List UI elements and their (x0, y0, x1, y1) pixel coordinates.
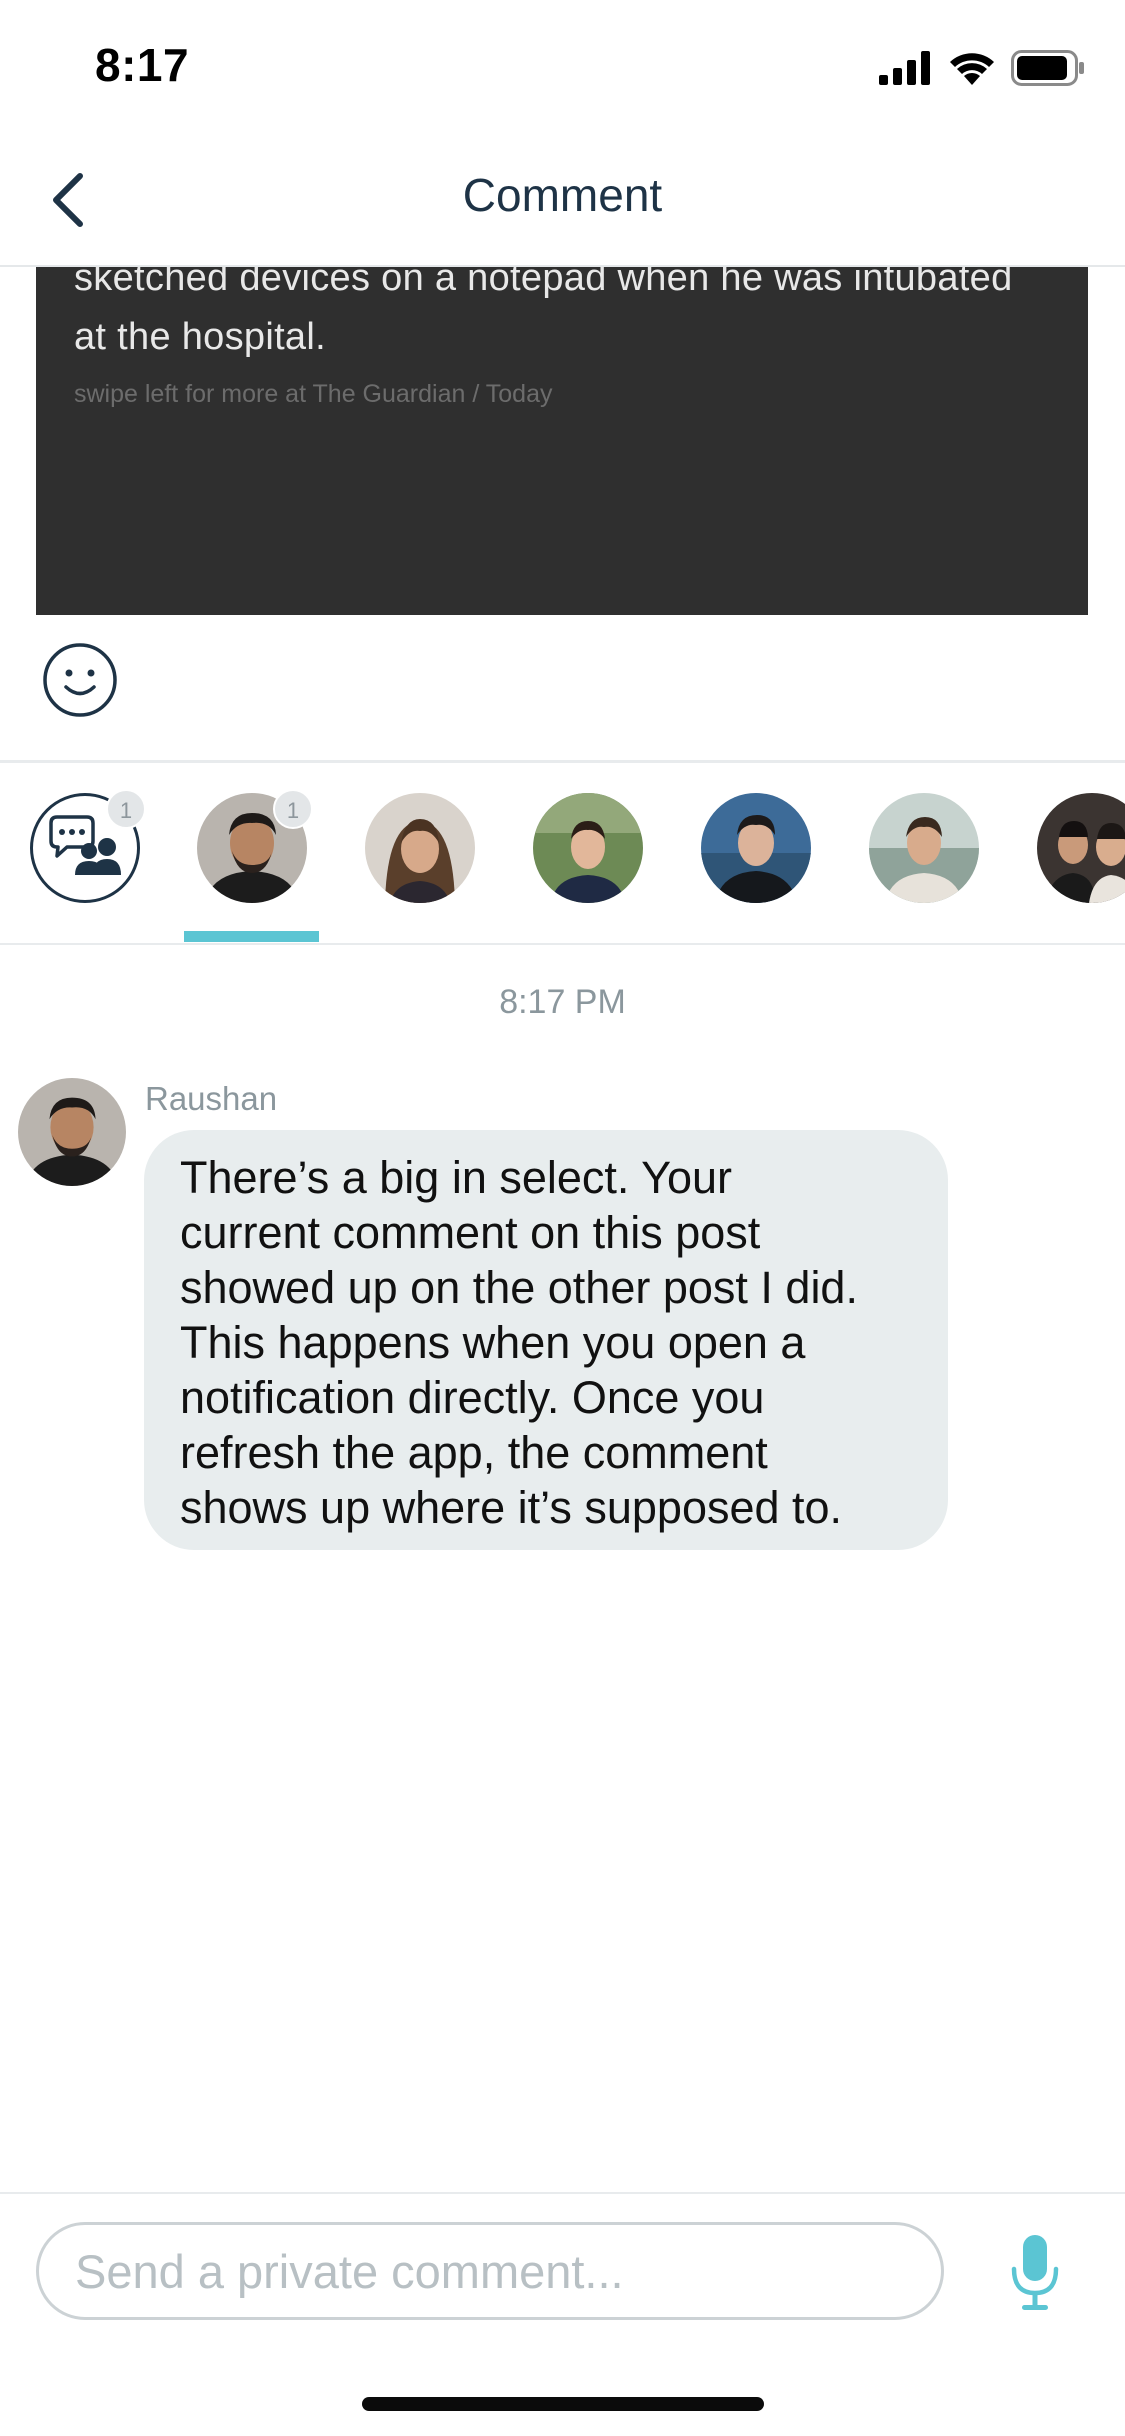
participant-avatar[interactable] (365, 793, 475, 903)
message-line: notification directly. Once you (180, 1372, 765, 1423)
signal-icon (879, 51, 930, 85)
participant-avatar[interactable] (1037, 793, 1125, 903)
status-bar: 8:17 (0, 0, 1125, 132)
message-bubble[interactable]: There’s a big in select. Your current co… (144, 1130, 948, 1550)
status-time: 8:17 (95, 39, 190, 91)
avatar (533, 793, 643, 903)
participants-row: 1 1 (0, 763, 1125, 943)
message-line: This happens when you open a (180, 1317, 806, 1368)
message-line: refresh the app, the comment (180, 1427, 768, 1478)
article-card[interactable]: sketched devices on a notepad when he wa… (36, 267, 1088, 615)
emoji-reaction-button[interactable] (42, 642, 118, 718)
unread-badge: 1 (106, 789, 146, 829)
sender-avatar[interactable] (18, 1078, 126, 1186)
participant-avatar[interactable] (869, 793, 979, 903)
status-icons (879, 46, 1085, 90)
divider (0, 2192, 1125, 2194)
smiley-face-icon (43, 643, 117, 717)
active-participant-indicator (184, 931, 319, 942)
message-line: showed up on the other post I did. (180, 1262, 858, 1313)
message-line: current comment on this post (180, 1207, 761, 1258)
participant-avatar[interactable]: 1 (197, 789, 313, 903)
divider (0, 943, 1125, 945)
comment-input[interactable] (36, 2222, 944, 2320)
article-text: sketched devices on a notepad when he wa… (74, 267, 1013, 358)
participant-group-chat[interactable]: 1 (30, 789, 146, 903)
participant-avatar[interactable] (701, 793, 811, 903)
home-indicator[interactable] (362, 2397, 764, 2411)
avatar (1037, 793, 1125, 903)
avatar (869, 793, 979, 903)
comment-screen: 8:17 Comment sketched devices on a notep… (0, 0, 1125, 2436)
page-title: Comment (462, 169, 663, 221)
participant-avatar[interactable] (533, 793, 643, 903)
unread-badge: 1 (273, 789, 313, 829)
article-source: swipe left for more at The Guardian / To… (74, 380, 553, 408)
microphone-icon (1011, 2235, 1059, 2310)
avatar (701, 793, 811, 903)
mic-button[interactable] (1000, 2228, 1070, 2318)
message-line: shows up where it’s supposed to. (180, 1482, 843, 1533)
wifi-icon (950, 53, 994, 85)
message-sender: Raushan (145, 1080, 278, 1117)
avatar (365, 793, 475, 903)
message-line: There’s a big in select. Your (180, 1152, 733, 1203)
message-timestamp: 8:17 PM (499, 983, 626, 1021)
nav-bar: Comment (0, 132, 1125, 267)
battery-icon (1011, 50, 1084, 86)
